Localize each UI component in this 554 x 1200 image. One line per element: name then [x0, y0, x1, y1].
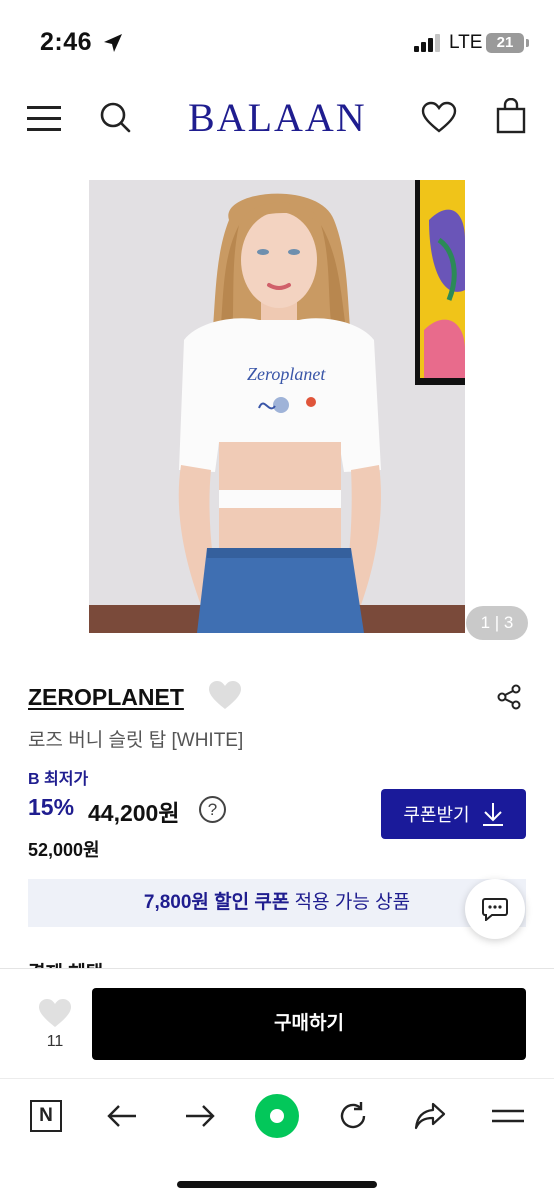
forward-arrow-icon[interactable]	[184, 1100, 216, 1132]
menu-lines-icon[interactable]	[492, 1100, 524, 1132]
naver-n-button[interactable]: N	[30, 1100, 62, 1132]
buy-bar: 11 구매하기	[0, 968, 554, 1078]
like-count: 11	[46, 1033, 64, 1050]
search-icon[interactable]	[99, 101, 131, 133]
brand-name[interactable]: ZEROPLANET	[28, 684, 184, 711]
product-photo[interactable]: Zeroplanet	[89, 180, 465, 633]
naver-green-dot-button[interactable]	[255, 1094, 299, 1138]
help-icon[interactable]: ?	[199, 796, 226, 823]
buy-button[interactable]: 구매하기	[92, 988, 526, 1060]
download-icon	[482, 803, 503, 826]
get-coupon-button[interactable]: 쿠폰받기	[381, 789, 526, 839]
coupon-banner[interactable]: 7,800원 할인 쿠폰 적용 가능 상품	[28, 879, 526, 927]
lowest-price-label: B 최저가	[28, 771, 89, 788]
browser-toolbar: N	[0, 1078, 554, 1200]
coupon-banner-rest: 적용 가능 상품	[289, 892, 411, 913]
product-name: 로즈 버니 슬릿 탑 [WHITE]	[28, 730, 244, 751]
get-coupon-label: 쿠폰받기	[403, 805, 470, 825]
svg-text:Zeroplanet: Zeroplanet	[247, 364, 326, 384]
battery-cap	[526, 39, 529, 47]
discount-rate: 15%	[28, 794, 75, 820]
menu-icon[interactable]	[27, 104, 61, 132]
bag-icon[interactable]	[496, 98, 526, 134]
network-type: LTE	[449, 32, 483, 53]
status-time: 2:46	[40, 28, 93, 56]
home-indicator	[177, 1181, 377, 1188]
balaan-logo[interactable]: BALAAN	[188, 94, 367, 141]
signal-icon	[414, 34, 440, 52]
coupon-amount: 7,800원 할인 쿠폰	[143, 892, 290, 913]
battery-icon: 21	[486, 33, 524, 53]
status-bar: 2:46 LTE 21	[0, 0, 554, 86]
chat-icon	[482, 898, 508, 921]
location-arrow-icon	[104, 34, 122, 52]
refresh-icon[interactable]	[337, 1100, 369, 1132]
chat-button[interactable]	[465, 879, 525, 939]
share-forward-icon[interactable]	[414, 1100, 446, 1132]
app-header: BALAAN	[0, 86, 554, 156]
brand-heart-icon[interactable]	[208, 680, 242, 710]
like-heart-icon[interactable]	[38, 998, 72, 1028]
image-counter: 1 | 3	[466, 606, 528, 640]
original-price: 52,000원	[28, 840, 100, 860]
back-arrow-icon[interactable]	[106, 1100, 138, 1132]
heart-icon[interactable]	[421, 101, 457, 133]
share-icon[interactable]	[496, 684, 522, 710]
battery-level: 21	[496, 34, 514, 51]
sale-price: 44,200원	[88, 800, 180, 826]
